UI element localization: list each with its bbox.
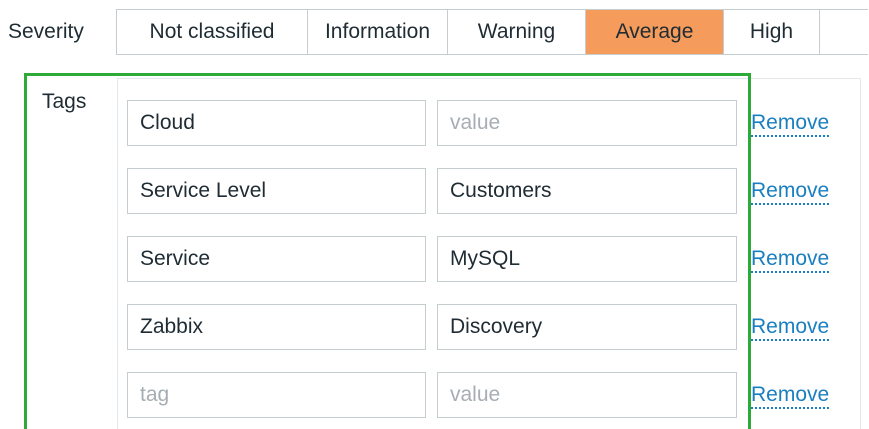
tag-name-input[interactable] [127, 168, 426, 214]
remove-tag-link[interactable]: Remove [751, 315, 830, 341]
tag-name-input[interactable] [127, 236, 426, 282]
tag-value-input[interactable] [437, 236, 737, 282]
tag-value-input[interactable] [437, 100, 737, 146]
tag-name-input[interactable] [127, 372, 426, 418]
severity-warning-button[interactable]: Warning [448, 10, 586, 54]
tag-name-input[interactable] [127, 100, 426, 146]
severity-disaster-button[interactable] [820, 10, 868, 54]
tag-name-input[interactable] [127, 304, 426, 350]
tag-value-input[interactable] [437, 372, 737, 418]
severity-high-button[interactable]: High [724, 10, 820, 54]
severity-label: Severity [8, 20, 84, 43]
tags-label: Tags [42, 90, 87, 113]
remove-tag-link[interactable]: Remove [751, 247, 830, 273]
severity-button-group: Not classified Information Warning Avera… [116, 9, 868, 55]
page: Severity Not classified Information Warn… [0, 0, 869, 429]
severity-information-button[interactable]: Information [308, 10, 448, 54]
remove-tag-link[interactable]: Remove [751, 179, 830, 205]
severity-average-button[interactable]: Average [586, 10, 724, 54]
remove-tag-link[interactable]: Remove [751, 383, 830, 409]
tag-value-input[interactable] [437, 168, 737, 214]
severity-not-classified-button[interactable]: Not classified [117, 10, 308, 54]
tag-value-input[interactable] [437, 304, 737, 350]
remove-tag-link[interactable]: Remove [751, 111, 830, 137]
